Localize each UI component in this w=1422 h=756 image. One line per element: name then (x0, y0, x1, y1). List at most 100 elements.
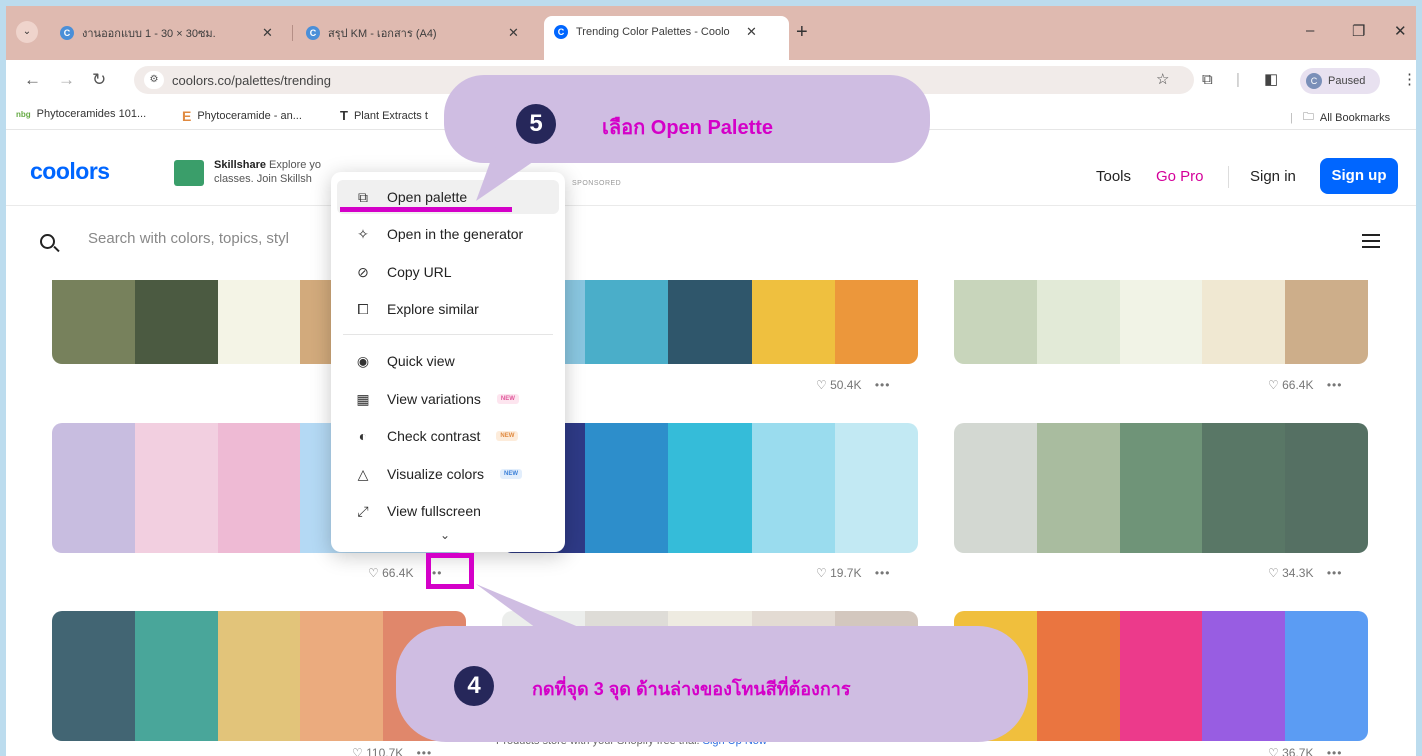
menu-item-check-contrast[interactable]: ◐ Check contrast NEW (337, 419, 559, 453)
bookmark-label: Phytoceramide - an... (197, 110, 302, 122)
site-info-icon[interactable]: ⚙ (144, 71, 164, 89)
color-swatch[interactable] (1119, 423, 1203, 553)
menu-item-visualize-colors[interactable]: △ Visualize colors NEW (337, 457, 559, 491)
color-swatch[interactable] (217, 423, 301, 553)
menu-item-explore-similar[interactable]: ⧠ Explore similar (337, 292, 559, 326)
side-panel-icon[interactable]: ◧ (1264, 72, 1278, 88)
restore-icon[interactable]: ❐ (1352, 22, 1365, 40)
heart-icon[interactable]: ♡ (1268, 378, 1279, 392)
color-swatch[interactable] (954, 280, 1037, 364)
bookmark-item[interactable]: nbg Phytoceramides 101... (16, 108, 146, 120)
color-swatch[interactable] (668, 280, 752, 364)
bookmark-star-icon[interactable]: ☆ (1156, 72, 1169, 88)
palette-meta: ♡ 66.4K ••• (1268, 378, 1342, 392)
tools-link[interactable]: Tools (1096, 168, 1131, 185)
extensions-icon[interactable]: ⧉ (1202, 72, 1213, 88)
color-swatch[interactable] (834, 280, 918, 364)
color-swatch[interactable] (1202, 423, 1286, 553)
heart-icon[interactable]: ♡ (816, 378, 827, 392)
color-swatch[interactable] (52, 611, 135, 741)
color-swatch[interactable] (217, 280, 301, 364)
menu-item-open-generator[interactable]: ✧ Open in the generator (337, 217, 559, 251)
window-close-icon[interactable]: ✕ (1394, 22, 1407, 40)
menu-item-view-fullscreen[interactable]: ⤢ View fullscreen (337, 494, 559, 528)
color-swatch[interactable] (1202, 611, 1286, 741)
tab-1[interactable]: C งานออกแบบ 1 - 30 × 30ซม. ✕ (50, 18, 283, 48)
bookmark-item[interactable]: E Phytoceramide - an... (182, 108, 302, 124)
canva-favicon-icon: C (60, 26, 74, 40)
heart-icon[interactable]: ♡ (1268, 746, 1279, 756)
close-tab-icon[interactable]: ✕ (262, 25, 273, 41)
color-swatch[interactable] (52, 423, 135, 553)
coolors-logo[interactable]: coolors (30, 158, 110, 185)
back-arrow-icon[interactable]: ← (24, 70, 41, 90)
ad-brand: Skillshare (214, 159, 266, 171)
heart-icon[interactable]: ♡ (1268, 566, 1279, 580)
all-bookmarks[interactable]: | 🗀 All Bookmarks (1290, 108, 1390, 127)
kebab-menu-icon[interactable]: ⋮ (1402, 72, 1416, 88)
search-icon (40, 234, 55, 249)
color-swatch[interactable] (1285, 611, 1368, 741)
color-swatch[interactable] (751, 423, 835, 553)
color-swatch[interactable] (954, 423, 1037, 553)
more-options-icon[interactable]: ••• (1327, 378, 1343, 392)
color-swatch[interactable] (585, 280, 669, 364)
tab-active[interactable]: C Trending Color Palettes - Coolo ✕ (544, 16, 789, 60)
chevron-down-icon[interactable]: ⌄ (435, 528, 455, 542)
new-badge: NEW (496, 394, 519, 404)
more-options-icon[interactable]: ••• (875, 378, 891, 392)
more-options-icon[interactable]: ••• (417, 746, 433, 756)
color-swatch[interactable] (1285, 280, 1368, 364)
color-swatch[interactable] (217, 611, 301, 741)
color-swatch[interactable] (834, 423, 918, 553)
color-swatch[interactable] (1285, 423, 1368, 553)
tab-title: สรุป KM - เอกสาร (A4) (328, 28, 437, 40)
new-tab-button[interactable]: + (796, 22, 808, 42)
heart-icon[interactable]: ♡ (816, 566, 827, 580)
forward-arrow-icon[interactable]: → (58, 70, 75, 90)
menu-item-quick-view[interactable]: ◉ Quick view (337, 344, 559, 378)
color-swatch[interactable] (1202, 280, 1286, 364)
bookmark-item[interactable]: T Plant Extracts t (340, 108, 428, 123)
sign-up-button[interactable]: Sign up (1320, 158, 1398, 194)
color-swatch[interactable] (1036, 611, 1120, 741)
sign-in-link[interactable]: Sign in (1250, 168, 1296, 185)
fullscreen-icon: ⤢ (357, 502, 369, 519)
hamburger-menu-icon[interactable] (1362, 234, 1380, 248)
search-input[interactable]: Search with colors, topics, styl (88, 230, 289, 247)
tab-2[interactable]: C สรุป KM - เอกสาร (A4) ✕ (296, 18, 529, 48)
color-swatch[interactable] (1119, 280, 1203, 364)
more-options-icon[interactable]: ••• (1327, 746, 1343, 756)
minimize-icon[interactable]: – (1306, 22, 1314, 39)
color-swatch[interactable] (1036, 423, 1120, 553)
profile-button[interactable]: C Paused (1300, 68, 1380, 94)
bookmarks-divider: | (1290, 111, 1293, 124)
color-swatch[interactable] (134, 280, 218, 364)
color-swatch[interactable] (751, 280, 835, 364)
palette-card[interactable] (954, 423, 1368, 553)
tab-search-button[interactable]: ⌄ (16, 21, 38, 43)
color-swatch[interactable] (300, 611, 384, 741)
link-icon: ⊘ (357, 263, 369, 280)
menu-item-copy-url[interactable]: ⊘ Copy URL (337, 255, 559, 289)
more-options-icon[interactable]: ••• (1327, 566, 1343, 580)
color-swatch[interactable] (134, 423, 218, 553)
color-swatch[interactable] (1036, 280, 1120, 364)
heart-icon[interactable]: ♡ (352, 746, 363, 756)
close-tab-icon[interactable]: ✕ (746, 24, 757, 40)
go-pro-link[interactable]: Go Pro (1156, 168, 1204, 185)
reload-icon[interactable]: ↻ (92, 70, 106, 90)
color-swatch[interactable] (52, 280, 135, 364)
palette-meta: ♡ 110.7K ••• (352, 746, 432, 756)
color-swatch[interactable] (585, 423, 669, 553)
menu-item-label: Copy URL (387, 264, 452, 280)
color-swatch[interactable] (134, 611, 218, 741)
close-tab-icon[interactable]: ✕ (508, 25, 519, 41)
color-swatch[interactable] (1119, 611, 1203, 741)
ad-thumbnail[interactable] (174, 160, 204, 186)
more-options-icon[interactable]: ••• (875, 566, 891, 580)
color-swatch[interactable] (668, 423, 752, 553)
heart-icon[interactable]: ♡ (368, 566, 379, 580)
menu-item-view-variations[interactable]: ▦ View variations NEW (337, 382, 559, 416)
palette-card[interactable] (954, 280, 1368, 364)
